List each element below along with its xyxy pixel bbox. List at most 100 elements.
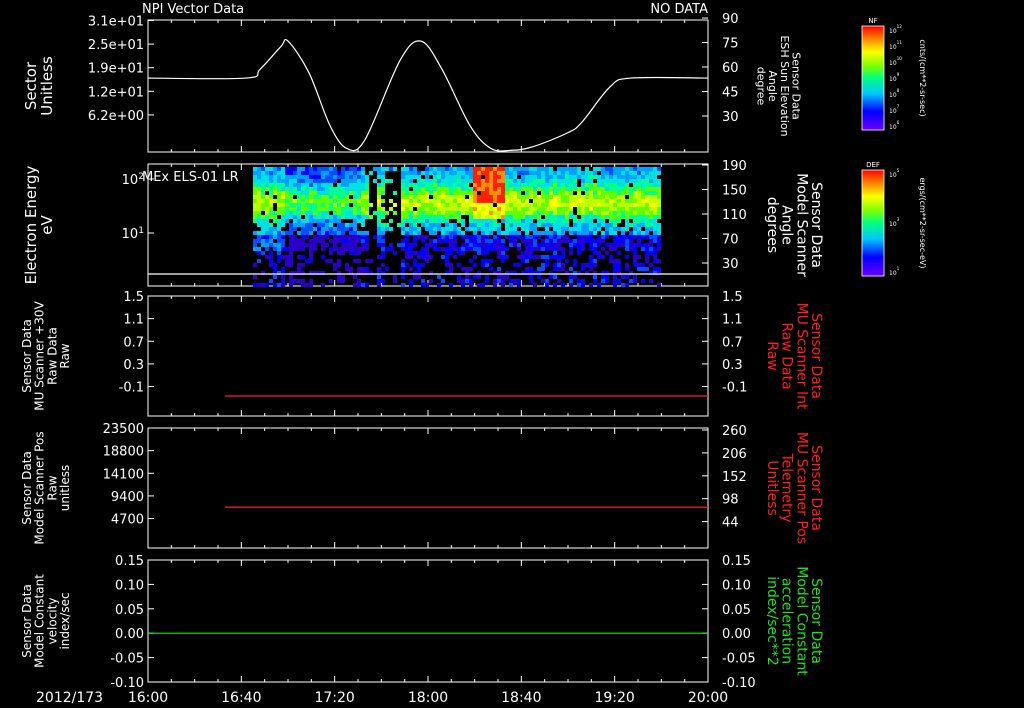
spectrogram-cell — [485, 175, 489, 179]
spectrogram-cell — [581, 223, 585, 227]
spectrogram-cell — [305, 191, 309, 195]
spectrogram-cell — [425, 175, 429, 179]
spectrogram-cell — [425, 179, 429, 183]
spectrogram-cell — [445, 251, 449, 255]
spectrogram-cell — [297, 175, 301, 179]
spectrogram-cell — [549, 191, 553, 195]
spectrogram-cell — [397, 223, 401, 227]
spectrogram-cell — [529, 191, 533, 195]
spectrogram-cell — [553, 243, 557, 247]
spectrogram-cell — [337, 235, 341, 239]
spectrogram-cell — [429, 183, 433, 187]
spectrogram-cell — [313, 219, 317, 223]
spectrogram-cell — [573, 179, 577, 183]
spectrogram-cell — [293, 203, 297, 207]
spectrogram-cell — [293, 183, 297, 187]
right-axis-title: Sensor DataModel Constantaccelerationind… — [764, 566, 824, 676]
spectrogram-cell — [589, 227, 593, 231]
spectrogram-cell — [285, 211, 289, 215]
spectrogram-cell — [565, 175, 569, 179]
spectrogram-cell — [309, 247, 313, 251]
spectrogram-cell — [361, 215, 365, 219]
spectrogram-cell — [457, 219, 461, 223]
spectrogram-cell — [645, 247, 649, 251]
colorbar-def: DEF105103101 ergs/(cm**2-sr-sec-eV) — [861, 161, 927, 277]
spectrogram-cell — [537, 247, 541, 251]
spectrogram-cell — [573, 275, 577, 279]
spectrogram-cell — [433, 227, 437, 231]
spectrogram-cell — [421, 183, 425, 187]
spectrogram-cell — [445, 171, 449, 175]
spectrogram-cell — [473, 187, 477, 191]
spectrogram-cell — [293, 215, 297, 219]
spectrogram-cell — [261, 199, 265, 203]
spectrogram-cell — [277, 183, 281, 187]
spectrogram-cell — [525, 251, 529, 255]
spectrogram-cell — [413, 187, 417, 191]
spectrogram-cell — [557, 267, 561, 271]
spectrogram-cell — [361, 187, 365, 191]
spectrogram-cell — [613, 263, 617, 267]
spectrogram-cell — [641, 183, 645, 187]
spectrogram-cell — [401, 227, 405, 231]
spectrogram-cell — [253, 175, 257, 179]
spectrogram-cell — [537, 187, 541, 191]
spectrogram-cell — [469, 259, 473, 263]
spectrogram-cell — [289, 187, 293, 191]
spectrogram-cell — [605, 195, 609, 199]
spectrogram-cell — [629, 223, 633, 227]
colorbar-unit-label: cnts/(cm**2-sr-sec) — [918, 39, 927, 116]
spectrogram-cell — [369, 259, 373, 263]
spectrogram-cell — [637, 243, 641, 247]
spectrogram-cell — [545, 215, 549, 219]
spectrogram-cell — [269, 183, 273, 187]
spectrogram-cell — [577, 247, 581, 251]
spectrogram-cell — [541, 211, 545, 215]
spectrogram-cell — [277, 167, 281, 171]
spectrogram-cell — [445, 223, 449, 227]
spectrogram-cell — [549, 219, 553, 223]
spectrogram-cell — [617, 207, 621, 211]
right-tick-label: 30 — [722, 257, 739, 272]
spectrogram-cell — [277, 283, 281, 287]
right-axis-title-line: Angle — [779, 205, 795, 245]
spectrogram-cell — [445, 231, 449, 235]
left-tick-label: -0.05 — [110, 652, 144, 667]
spectrogram-cell — [409, 267, 413, 271]
spectrogram-cell — [553, 223, 557, 227]
spectrogram-cell — [357, 267, 361, 271]
spectrogram-cell — [361, 223, 365, 227]
spectrogram-cell — [493, 223, 497, 227]
spectrogram-cell — [481, 251, 485, 255]
spectrogram-cell — [613, 183, 617, 187]
spectrogram-cell — [345, 243, 349, 247]
spectrogram-cell — [405, 255, 409, 259]
spectrogram-cell — [337, 227, 341, 231]
spectrogram-cell — [453, 223, 457, 227]
spectrogram-cell — [317, 199, 321, 203]
spectrogram-cell — [257, 171, 261, 175]
spectrogram-cell — [497, 239, 501, 243]
spectrogram-cell — [353, 239, 357, 243]
spectrogram-cell — [469, 267, 473, 271]
spectrogram-cell — [297, 183, 301, 187]
spectrogram-cell — [497, 255, 501, 259]
spectrogram-cell — [297, 179, 301, 183]
spectrogram-cell — [353, 283, 357, 287]
spectrogram-cell — [293, 211, 297, 215]
spectrogram-cell — [421, 191, 425, 195]
spectrogram-cell — [505, 179, 509, 183]
spectrogram-cell — [485, 211, 489, 215]
spectrogram-cell — [281, 167, 285, 171]
spectrogram-cell — [637, 239, 641, 243]
spectrogram-cell — [649, 171, 653, 175]
spectrogram-cell — [385, 167, 389, 171]
spectrogram-cell — [405, 211, 409, 215]
left-tick-label: 0.05 — [115, 603, 144, 618]
spectrogram-cell — [433, 195, 437, 199]
spectrogram-cell — [317, 203, 321, 207]
spectrogram-cell — [653, 255, 657, 259]
spectrogram-cell — [337, 183, 341, 187]
spectrogram-cell — [449, 211, 453, 215]
spectrogram-cell — [481, 199, 485, 203]
